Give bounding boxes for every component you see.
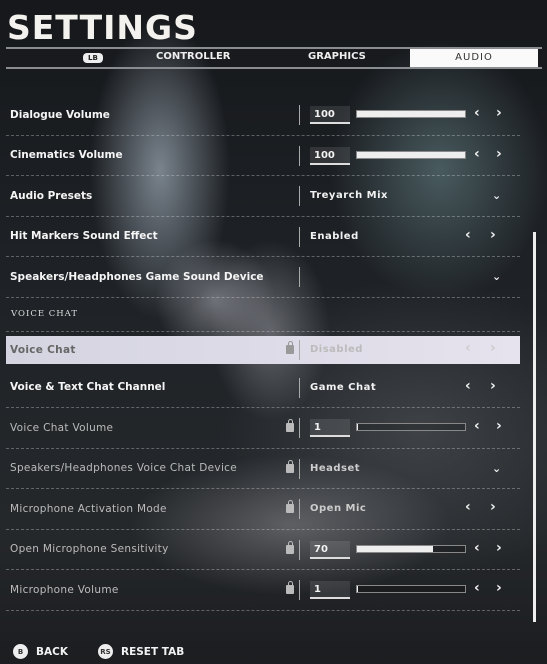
- chevron-right-icon[interactable]: ›: [496, 105, 502, 121]
- slider[interactable]: [356, 150, 466, 159]
- slider-fill: [357, 424, 359, 430]
- divider: [299, 418, 300, 438]
- setting-row-hit-markers-sound-effect[interactable]: Hit Markers Sound Effect Enabled ‹ ›: [6, 217, 520, 257]
- lock-icon: [286, 459, 294, 473]
- divider: [299, 580, 300, 600]
- setting-label: Voice Chat: [10, 343, 76, 356]
- value-field[interactable]: 1: [310, 581, 350, 599]
- setting-label: Microphone Activation Mode: [10, 502, 167, 515]
- setting-value: Headset: [310, 462, 361, 474]
- setting-label: Voice & Text Chat Channel: [10, 381, 166, 394]
- setting-row-audio-presets[interactable]: Audio Presets Treyarch Mix ⌄: [6, 176, 520, 217]
- page-title: SETTINGS: [7, 8, 198, 47]
- chevron-right-icon[interactable]: ›: [496, 540, 502, 556]
- setting-row-voice-chat[interactable]: Voice Chat Disabled ‹ ›: [6, 335, 520, 364]
- chevron-down-icon[interactable]: ⌄: [492, 462, 501, 475]
- value-field[interactable]: 100: [310, 146, 350, 165]
- slider-fill: [357, 111, 465, 117]
- setting-value: Treyarch Mix: [310, 190, 388, 202]
- reset-tab-button[interactable]: RESET TAB: [121, 646, 184, 658]
- setting-row-speakers-headphones-game-sound-device[interactable]: Speakers/Headphones Game Sound Device ⌄: [6, 257, 520, 298]
- value-field[interactable]: 70: [310, 540, 350, 559]
- divider: [299, 186, 300, 206]
- scrollbar[interactable]: [533, 232, 536, 622]
- chevron-left-icon[interactable]: ‹: [474, 146, 480, 162]
- setting-label: Speakers/Headphones Game Sound Device: [10, 270, 264, 283]
- setting-label: Hit Markers Sound Effect: [10, 230, 158, 243]
- slider-fill: [357, 151, 465, 158]
- setting-label: Cinematics Volume: [10, 149, 123, 162]
- chevron-right-icon[interactable]: ›: [490, 340, 496, 356]
- lock-icon: [286, 581, 294, 594]
- slider[interactable]: [356, 110, 466, 118]
- divider: [299, 145, 300, 166]
- setting-row-speakers-headphones-voice-chat-device[interactable]: Speakers/Headphones Voice Chat Device Hea…: [6, 449, 520, 489]
- value-field[interactable]: 100: [310, 106, 350, 124]
- setting-row-cinematics-volume[interactable]: Cinematics Volume 100 ‹ ›: [6, 136, 520, 176]
- chevron-right-icon[interactable]: ›: [490, 227, 496, 243]
- tab-bar: LB CONTROLLER GRAPHICS AUDIO: [6, 47, 542, 69]
- tab-audio[interactable]: AUDIO: [410, 49, 538, 67]
- lock-icon: [286, 500, 294, 513]
- chevron-left-icon[interactable]: ‹: [474, 580, 480, 596]
- slider[interactable]: [356, 544, 466, 553]
- slider-fill: [357, 545, 433, 552]
- back-button[interactable]: BACK: [36, 646, 68, 658]
- setting-row-microphone-activation-mode[interactable]: Microphone Activation Mode Open Mic ‹ ›: [6, 489, 520, 530]
- setting-value: Game Chat: [310, 381, 377, 393]
- lock-icon: [286, 340, 294, 354]
- divider: [299, 226, 300, 247]
- value-field[interactable]: 1: [310, 419, 350, 437]
- b-button-icon: B: [13, 644, 28, 659]
- chevron-left-icon[interactable]: ‹: [465, 499, 471, 515]
- lock-icon: [286, 419, 294, 432]
- divider: [299, 539, 300, 560]
- chevron-left-icon[interactable]: ‹: [474, 105, 480, 121]
- setting-label: Voice Chat Volume: [10, 421, 114, 434]
- section-header-voice-chat: VOICE CHAT: [6, 298, 520, 332]
- tab-graphics[interactable]: GRAPHICS: [308, 51, 366, 62]
- slider-fill: [357, 586, 359, 592]
- slider[interactable]: [356, 585, 466, 593]
- divider: [299, 339, 300, 360]
- divider: [299, 458, 300, 479]
- divider: [299, 105, 300, 125]
- setting-label: Audio Presets: [10, 189, 93, 202]
- lock-icon: [286, 540, 294, 554]
- setting-label: Open Microphone Sensitivity: [10, 543, 169, 556]
- setting-value: Enabled: [310, 230, 359, 242]
- settings-list: Dialogue Volume 100 ‹ › Cinematics Volume 1…: [6, 95, 520, 611]
- chevron-left-icon[interactable]: ‹: [465, 340, 471, 356]
- chevron-left-icon[interactable]: ‹: [474, 418, 480, 434]
- chevron-right-icon[interactable]: ›: [496, 146, 502, 162]
- divider: [299, 499, 300, 519]
- chevron-left-icon[interactable]: ‹: [465, 227, 471, 243]
- rs-button-icon: RS: [97, 644, 113, 659]
- divider: [299, 377, 300, 398]
- lb-button-hint[interactable]: LB: [83, 53, 103, 63]
- setting-row-open-microphone-sensitivity[interactable]: Open Microphone Sensitivity 70 ‹ ›: [6, 530, 520, 570]
- chevron-right-icon[interactable]: ›: [490, 378, 496, 394]
- chevron-down-icon[interactable]: ⌄: [492, 270, 501, 283]
- chevron-right-icon[interactable]: ›: [496, 580, 502, 596]
- slider[interactable]: [356, 423, 466, 431]
- setting-row-microphone-volume[interactable]: Microphone Volume 1 ‹ ›: [6, 570, 520, 611]
- setting-value: Disabled: [310, 344, 363, 355]
- chevron-down-icon[interactable]: ⌄: [492, 189, 501, 202]
- chevron-left-icon[interactable]: ‹: [465, 378, 471, 394]
- setting-label: Dialogue Volume: [10, 108, 110, 121]
- setting-label: Microphone Volume: [10, 583, 119, 596]
- setting-value: Open Mic: [310, 503, 367, 515]
- chevron-left-icon[interactable]: ‹: [474, 540, 480, 556]
- chevron-right-icon[interactable]: ›: [496, 418, 502, 434]
- setting-row-voice-text-chat-channel[interactable]: Voice & Text Chat Channel Game Chat ‹ ›: [6, 368, 520, 408]
- tab-controller[interactable]: CONTROLLER: [156, 51, 231, 62]
- chevron-right-icon[interactable]: ›: [490, 499, 496, 515]
- divider: [299, 267, 300, 287]
- setting-label: Speakers/Headphones Voice Chat Device: [10, 462, 238, 475]
- setting-row-voice-chat-volume[interactable]: Voice Chat Volume 1 ‹ ›: [6, 408, 520, 449]
- footer: B BACK RS RESET TAB: [13, 644, 184, 659]
- setting-row-dialogue-volume[interactable]: Dialogue Volume 100 ‹ ›: [6, 95, 520, 136]
